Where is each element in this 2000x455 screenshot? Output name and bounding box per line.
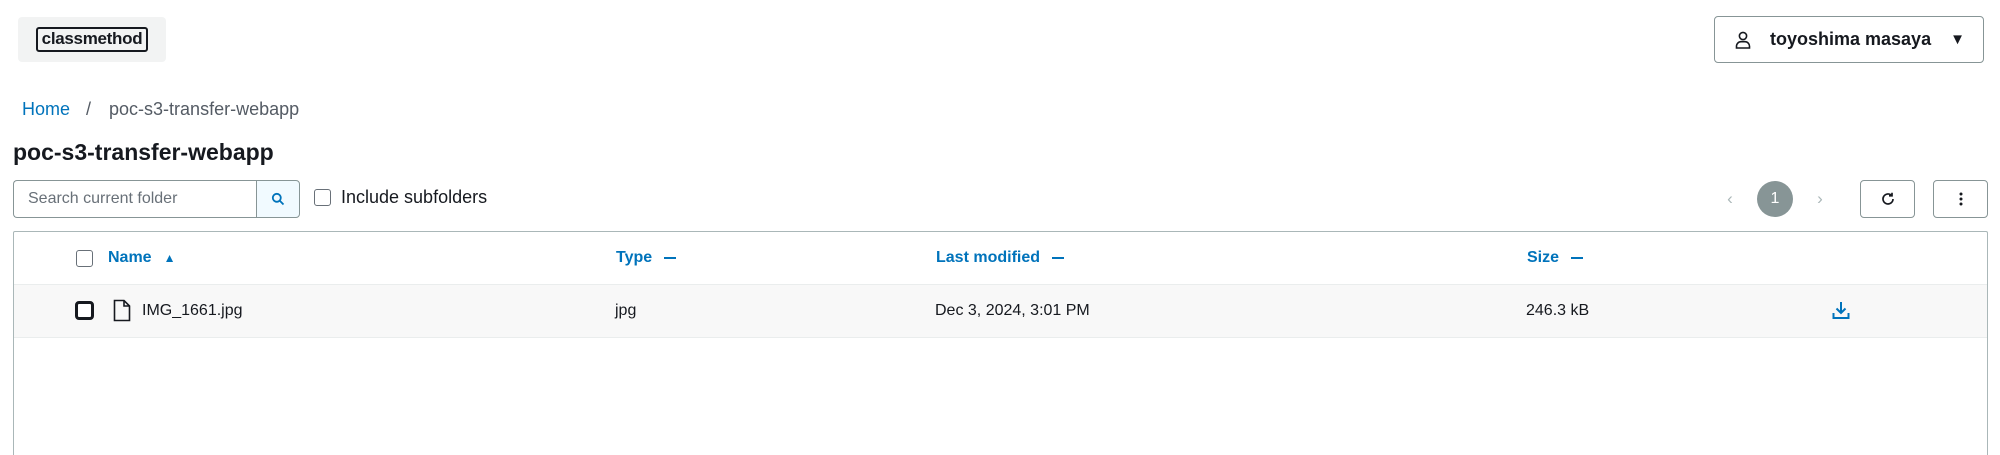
caret-down-icon: ▼: [1950, 31, 1965, 48]
sort-none-icon: [1052, 257, 1065, 259]
more-vertical-icon: [1959, 192, 1963, 206]
table-row[interactable]: IMG_1661.jpg jpg Dec 3, 2024, 3:01 PM 24…: [14, 285, 1987, 338]
objects-table: Name ▲ Type Last modified Size IMG_1661.…: [13, 231, 1988, 455]
logo[interactable]: classmethod: [18, 17, 166, 62]
include-subfolders-label: Include subfolders: [341, 187, 488, 207]
column-header-label: Last modified: [936, 249, 1041, 266]
refresh-icon: [1880, 191, 1896, 207]
column-header-type[interactable]: Type: [616, 249, 677, 267]
column-header-label: Size: [1527, 249, 1560, 266]
breadcrumb-current: poc-s3-transfer-webapp: [109, 99, 300, 119]
object-name-link[interactable]: IMG_1661.jpg: [142, 302, 243, 320]
breadcrumb-separator: /: [86, 99, 92, 119]
sort-ascending-icon: ▲: [163, 251, 176, 265]
logo-text: classmethod: [35, 27, 149, 52]
user-icon: [1733, 30, 1753, 50]
user-name: toyoshima masaya: [1770, 29, 1932, 49]
table-header: Name ▲ Type Last modified Size: [14, 232, 1987, 285]
row-select-checkbox[interactable]: [75, 301, 94, 320]
column-header-label: Type: [616, 249, 653, 266]
sort-none-icon: [664, 257, 677, 259]
object-size: 246.3 kB: [1526, 302, 1590, 319]
select-all-checkbox[interactable]: [76, 250, 93, 267]
pagination: ‹ 1 ›: [1715, 181, 1835, 217]
object-last-modified: Dec 3, 2024, 3:01 PM: [935, 302, 1090, 319]
include-subfolders-toggle[interactable]: Include subfolders: [314, 187, 487, 208]
column-header-size[interactable]: Size: [1527, 249, 1584, 267]
breadcrumb-home-link[interactable]: Home: [22, 99, 70, 120]
more-actions-button[interactable]: [1933, 180, 1988, 218]
column-header-label: Name: [108, 249, 152, 266]
chevron-right-icon[interactable]: ›: [1805, 189, 1835, 209]
file-icon: [113, 299, 131, 322]
sort-none-icon: [1571, 257, 1584, 259]
breadcrumb: Home / poc-s3-transfer-webapp: [22, 99, 299, 120]
search-input[interactable]: [13, 180, 257, 218]
column-header-last-modified[interactable]: Last modified: [936, 249, 1065, 267]
chevron-left-icon[interactable]: ‹: [1715, 189, 1745, 209]
search-icon: [271, 192, 285, 206]
object-type: jpg: [615, 302, 637, 319]
user-menu-button[interactable]: toyoshima masaya ▼: [1714, 16, 1984, 63]
page-title: poc-s3-transfer-webapp: [13, 139, 274, 165]
page-number-button[interactable]: 1: [1757, 181, 1793, 217]
search-button[interactable]: [256, 180, 300, 218]
column-header-name[interactable]: Name ▲: [108, 249, 175, 267]
include-subfolders-checkbox[interactable]: [314, 189, 331, 206]
download-icon[interactable]: [1831, 300, 1851, 320]
refresh-button[interactable]: [1860, 180, 1915, 218]
